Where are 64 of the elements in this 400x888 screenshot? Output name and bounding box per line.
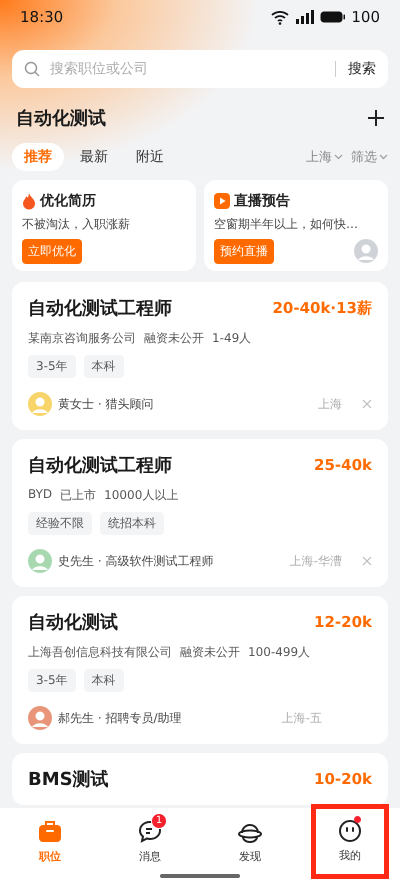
job-card[interactable]: 自动化测试工程师 20-40k·13薪 某南京咨询服务公司 融资未公开 1-49人 3-5年 本科 黄女士 · 猎头顾问 上海: [12, 282, 388, 430]
job-tag: 本科: [84, 669, 124, 692]
promo-card[interactable]: 直播预告 空窗期半年以上，如何快… 预约直播: [204, 180, 388, 271]
play-icon: [214, 193, 230, 209]
flame-icon: [22, 192, 36, 210]
search-button[interactable]: 搜索: [344, 60, 376, 78]
nav-tab[interactable]: 我的: [311, 804, 389, 878]
job-title: BMS测试: [28, 768, 109, 791]
salary: 25-40k: [314, 456, 372, 474]
nav-tab[interactable]: 发现: [217, 812, 283, 870]
search-field[interactable]: 搜索职位或公司 搜索: [12, 50, 388, 88]
company-info: 1-49人: [212, 330, 252, 347]
smiley-icon: [337, 818, 363, 844]
signal-icon: [295, 10, 314, 24]
avatar-icon: [354, 239, 378, 263]
feed-tab[interactable]: 附近: [124, 143, 176, 171]
feed-tab[interactable]: 最新: [68, 143, 120, 171]
job-title: 自动化测试工程师: [28, 454, 172, 477]
company-info: 融资未公开: [144, 330, 204, 347]
wifi-icon: [271, 10, 290, 24]
close-icon[interactable]: [362, 399, 372, 409]
job-tag: 3-5年: [28, 669, 76, 692]
company-info: BYD: [28, 487, 52, 503]
battery-level: 100: [351, 8, 380, 26]
promo-subtitle: 不被淘汰，入职涨薪: [22, 216, 131, 233]
company-info: 已上市: [60, 487, 96, 504]
clock-time: 18:30: [20, 8, 64, 26]
company-info: 10000人以上: [104, 487, 178, 504]
recruiter-name: 史先生 · 高级软件测试工程师: [58, 552, 214, 570]
job-location: 上海-华漕: [290, 552, 342, 570]
salary: 12-20k: [314, 613, 372, 631]
chevron-down-icon: [379, 154, 388, 160]
recruiter-name: 郝先生 · 招聘专员/助理: [58, 710, 182, 726]
promo-subtitle: 空窗期半年以上，如何快…: [214, 216, 359, 233]
page-title: 自动化测试: [16, 107, 106, 130]
job-card[interactable]: 自动化测试 12-20k 上海吾创信息科技有限公司 融资未公开 100-499人 3-5年 本科 郝先生 · 招聘专员/助理 上海-五: [12, 596, 388, 744]
job-tag: 3-5年: [28, 355, 76, 378]
job-tag: 经验不限: [28, 512, 92, 535]
briefcase-icon: [37, 818, 63, 844]
promo-title: 直播预告: [234, 192, 290, 210]
promo-title: 优化简历: [40, 192, 96, 210]
salary: 10-20k: [314, 770, 372, 788]
job-title: 自动化测试工程师: [28, 297, 172, 320]
job-title: 自动化测试: [28, 611, 118, 634]
job-location: 上海-五: [282, 710, 322, 726]
battery-icon: [320, 11, 346, 23]
company-info: 100-499人: [248, 644, 310, 661]
add-icon[interactable]: [368, 110, 384, 126]
job-card[interactable]: 自动化测试工程师 25-40k BYD 已上市 10000人以上 经验不限 统招本科 史先生 · 高级软件测试工程师 上海-华漕: [12, 439, 388, 587]
search-icon: [24, 61, 40, 77]
unread-badge: 1: [151, 812, 167, 828]
company-info: 融资未公开: [180, 644, 240, 661]
chevron-down-icon: [334, 154, 343, 160]
promo-card[interactable]: 优化简历 不被淘汰，入职涨薪 立即优化: [12, 180, 196, 271]
job-location: 上海: [318, 396, 342, 412]
company-info: 某南京咨询服务公司: [28, 330, 136, 347]
salary: 20-40k·13薪: [272, 298, 372, 318]
company-info: 上海吾创信息科技有限公司: [28, 644, 172, 661]
job-tag: 统招本科: [100, 512, 164, 535]
recruiter-name: 黄女士 · 猎头顾问: [58, 396, 154, 412]
job-card[interactable]: BMS测试 10-20k: [12, 753, 388, 805]
job-tag: 本科: [84, 355, 124, 378]
close-icon[interactable]: [362, 556, 372, 566]
nav-tab[interactable]: 消息 1: [117, 812, 183, 870]
